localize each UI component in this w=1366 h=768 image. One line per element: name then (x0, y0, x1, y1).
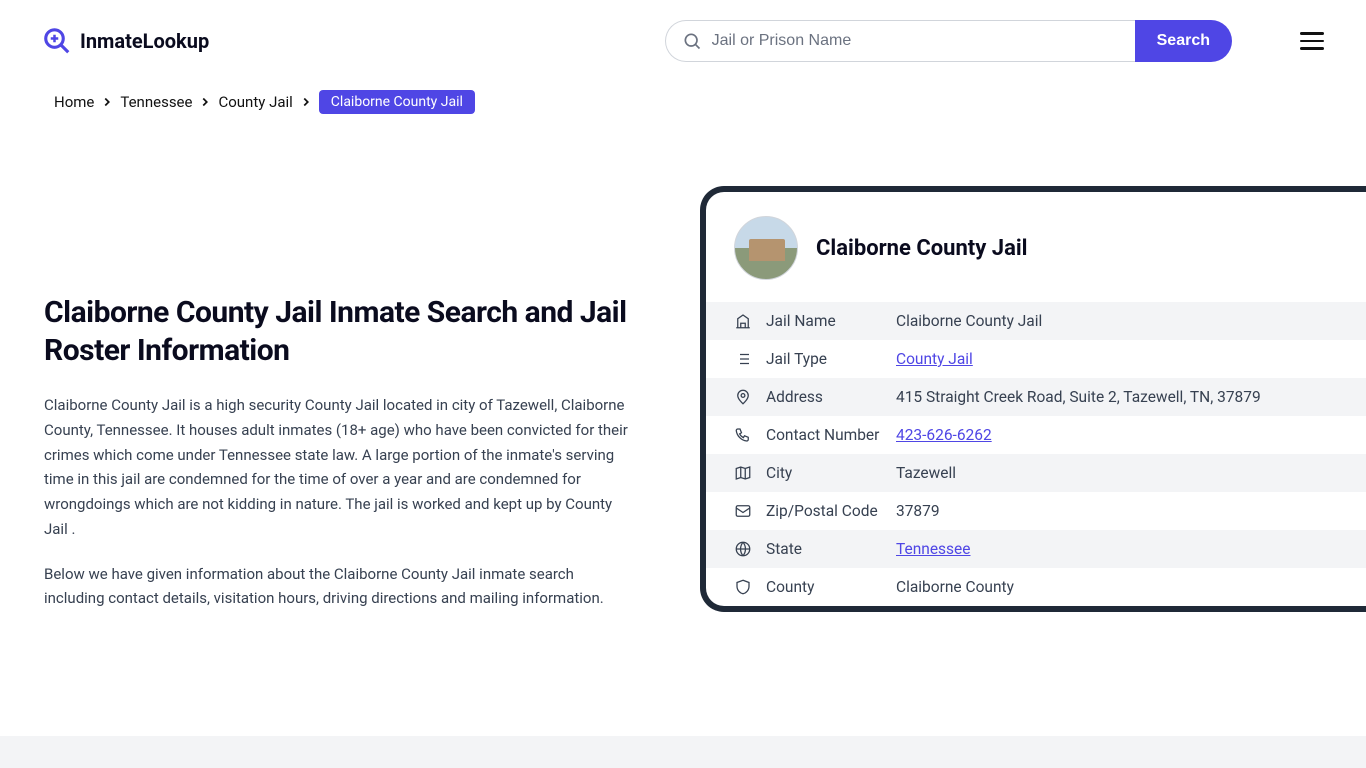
hamburger-line-icon (1300, 40, 1324, 43)
info-row-city: City Tazewell (706, 454, 1366, 492)
info-row-address: Address 415 Straight Creek Road, Suite 2… (706, 378, 1366, 416)
info-value: 415 Straight Creek Road, Suite 2, Tazewe… (896, 388, 1261, 406)
search-button[interactable]: Search (1135, 20, 1232, 62)
info-label: Address (766, 388, 896, 406)
article: Claiborne County Jail Inmate Search and … (44, 294, 644, 631)
mail-icon (734, 502, 752, 520)
search-input[interactable] (712, 32, 1119, 50)
info-label: Jail Type (766, 350, 896, 368)
info-row-state: State Tennessee (706, 530, 1366, 568)
info-row-zip: Zip/Postal Code 37879 (706, 492, 1366, 530)
shield-icon (734, 578, 752, 596)
jail-type-link[interactable]: County Jail (896, 350, 973, 368)
info-value: Tazewell (896, 464, 956, 482)
info-label: Zip/Postal Code (766, 502, 896, 520)
hamburger-line-icon (1300, 32, 1324, 35)
jail-avatar (734, 216, 798, 280)
info-label: Contact Number (766, 426, 896, 444)
footer-background (0, 736, 1366, 768)
info-label: City (766, 464, 896, 482)
info-label: County (766, 578, 896, 596)
map-icon (734, 464, 752, 482)
card-title: Claiborne County Jail (816, 236, 1028, 261)
breadcrumb-current: Claiborne County Jail (319, 90, 475, 114)
info-value: Claiborne County Jail (896, 312, 1042, 330)
jail-info-card: Claiborne County Jail Jail Name Claiborn… (700, 186, 1366, 612)
chevron-right-icon (198, 95, 212, 109)
hamburger-line-icon (1300, 47, 1324, 50)
breadcrumb: Home Tennessee County Jail Claiborne Cou… (0, 82, 1366, 114)
globe-icon (734, 540, 752, 558)
info-label: Jail Name (766, 312, 896, 330)
search-icon (682, 31, 702, 51)
building-icon (734, 312, 752, 330)
chevron-right-icon (100, 95, 114, 109)
info-label: State (766, 540, 896, 558)
breadcrumb-link-home[interactable]: Home (54, 93, 94, 111)
card-header: Claiborne County Jail (706, 192, 1366, 302)
search-badge-icon (42, 26, 72, 56)
search-box (665, 20, 1135, 62)
search-form: Search (665, 20, 1232, 62)
breadcrumb-link-type[interactable]: County Jail (218, 93, 292, 111)
info-value: Claiborne County (896, 578, 1014, 596)
hamburger-menu-button[interactable] (1300, 32, 1324, 50)
logo-link[interactable]: InmateLookup (42, 26, 209, 56)
logo-text: InmateLookup (80, 29, 209, 53)
header: InmateLookup Search (0, 0, 1366, 82)
info-row-jail-type: Jail Type County Jail (706, 340, 1366, 378)
intro-paragraph-1: Claiborne County Jail is a high security… (44, 393, 634, 542)
info-value: 37879 (896, 502, 940, 520)
breadcrumb-link-state[interactable]: Tennessee (120, 93, 192, 111)
phone-icon (734, 426, 752, 444)
chevron-right-icon (299, 95, 313, 109)
info-row-contact: Contact Number 423-626-6262 (706, 416, 1366, 454)
list-icon (734, 350, 752, 368)
info-row-jail-name: Jail Name Claiborne County Jail (706, 302, 1366, 340)
page-title: Claiborne County Jail Inmate Search and … (44, 294, 634, 369)
intro-paragraph-2: Below we have given information about th… (44, 562, 634, 612)
map-pin-icon (734, 388, 752, 406)
info-table: Jail Name Claiborne County Jail Jail Typ… (706, 302, 1366, 606)
state-link[interactable]: Tennessee (896, 540, 971, 558)
contact-number-link[interactable]: 423-626-6262 (896, 426, 992, 444)
info-row-county: County Claiborne County (706, 568, 1366, 606)
